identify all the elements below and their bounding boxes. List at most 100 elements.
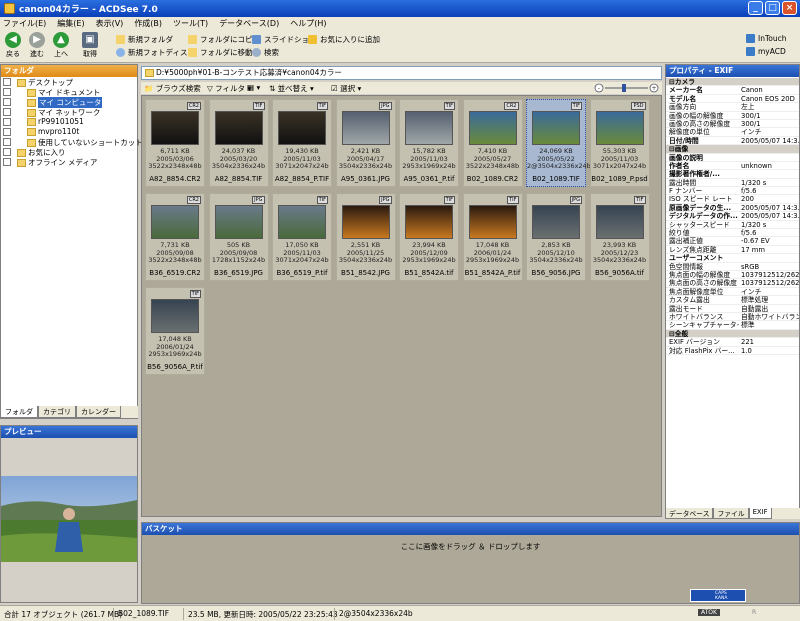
- thumbnail-item[interactable]: TIF 24,069 KB 2005/05/22 2@3504x2336x24b B02…: [526, 99, 591, 187]
- thumbnail-dims: 3522x2348x48b: [465, 162, 520, 170]
- myacd-button[interactable]: myACD: [746, 47, 786, 56]
- maximize-button[interactable]: □: [765, 1, 780, 15]
- acquire-button[interactable]: ▣ 取得: [78, 32, 102, 59]
- ime-r-button[interactable]: R: [752, 609, 756, 616]
- search-button[interactable]: 検索: [252, 47, 279, 58]
- folder-checkbox[interactable]: [3, 148, 11, 156]
- tab-calendar[interactable]: カレンダー: [76, 406, 121, 418]
- folder-tree-item[interactable]: デスクトップ: [1, 77, 137, 87]
- folder-node[interactable]: rP99101051: [27, 117, 84, 126]
- app-icon: [4, 3, 15, 14]
- thumbnail-item[interactable]: TIF 17,048 KB 2006/01/24 2953x1969x24b B51_8…: [462, 193, 523, 281]
- thumbnail-item[interactable]: JPG 505 KB 2005/09/08 1728x1152x24b B36_6519…: [208, 193, 269, 281]
- folder-tree-item[interactable]: mvpro110t: [1, 127, 137, 137]
- thumbnail-dims: 3504x2336x24b: [529, 256, 583, 264]
- add-favorite-button[interactable]: お気に入りに追加: [308, 34, 380, 45]
- thumbnail-item[interactable]: TIF 23,993 KB 2005/12/23 3504x2336x24b B56_9…: [589, 193, 650, 281]
- exif-key: F ナンバー: [669, 187, 703, 196]
- zoom-slider[interactable]: - +: [594, 83, 660, 93]
- folder-checkbox[interactable]: [3, 128, 11, 136]
- forward-button[interactable]: ▶ 進む: [25, 32, 49, 59]
- thumbnail-item[interactable]: TIF 15,782 KB 2005/11/03 2953x1969x24b A95_0…: [399, 99, 459, 187]
- file-type-badge: TIF: [189, 290, 201, 298]
- folder-pane: フォルダ デスクトップ マイ ドキュメント マイ コンピュータ マイ ネットワーク rP…: [0, 64, 143, 419]
- thumbnail-item[interactable]: TIF 17,048 KB 2006/01/24 2953x1969x24b B56_9…: [145, 287, 205, 375]
- folder-tree-item[interactable]: オフライン メディア: [1, 157, 137, 167]
- ime-toolbar[interactable]: CAPS KANA: [690, 589, 746, 602]
- folder-tree-item[interactable]: マイ ドキュメント: [1, 87, 137, 97]
- file-type-badge: TIF: [316, 102, 328, 110]
- move-to-folder-button[interactable]: フォルダに移動: [188, 47, 253, 58]
- menu-help[interactable]: ヘルプ(H): [290, 18, 326, 29]
- folder-tree-item[interactable]: rP99101051: [1, 117, 137, 127]
- menu-database[interactable]: データベース(D): [219, 18, 279, 29]
- copy-to-folder-button[interactable]: フォルダにコピー: [188, 34, 260, 45]
- folder-checkbox[interactable]: [3, 118, 11, 126]
- folder-checkbox[interactable]: [3, 88, 11, 96]
- intouch-button[interactable]: InTouch: [746, 34, 787, 43]
- folder-checkbox[interactable]: [3, 108, 11, 116]
- new-folder-button[interactable]: 新規フォルダ: [116, 34, 173, 45]
- tab-folders[interactable]: フォルダ: [0, 406, 38, 418]
- menu-tools[interactable]: ツール(T): [173, 18, 208, 29]
- menu-edit[interactable]: 編集(E): [57, 18, 84, 29]
- folder-node[interactable]: mvpro110t: [27, 127, 79, 136]
- folder-checkbox[interactable]: [3, 98, 11, 106]
- folder-tree-item[interactable]: お気に入り: [1, 147, 137, 157]
- thumbnail-dims: 3504x2336x24b: [592, 256, 647, 264]
- slideshow-button[interactable]: スライドショー: [252, 34, 317, 45]
- view-mode-button[interactable]: ▦ ▾: [247, 83, 260, 92]
- back-button[interactable]: ◀ 戻る: [1, 32, 25, 59]
- browse-search-button[interactable]: 📁 ブラウズ検索: [144, 83, 201, 94]
- thumbnail-item[interactable]: CR2 6,711 KB 2005/03/06 3522x2348x48b A82_88…: [145, 99, 205, 187]
- thumbnail-item[interactable]: JPG 2,421 KB 2005/04/17 3504x2336x24b A95_03…: [335, 99, 396, 187]
- thumbnail-image: [405, 205, 453, 239]
- folder-checkbox[interactable]: [3, 138, 11, 146]
- tab-file[interactable]: ファイル: [713, 508, 749, 519]
- folder-tree-item[interactable]: マイ ネットワーク: [1, 107, 137, 117]
- folder-tree-item[interactable]: 使用していないショートカット: [1, 137, 143, 147]
- preview-image: [1, 476, 137, 562]
- menu-file[interactable]: ファイル(E): [3, 18, 46, 29]
- folder-checkbox[interactable]: [3, 158, 11, 166]
- new-photo-disc-button[interactable]: 新規フォトディスク: [116, 47, 195, 58]
- file-type-badge: TIF: [443, 196, 455, 204]
- close-button[interactable]: ×: [782, 1, 797, 15]
- folder-checkbox[interactable]: [3, 78, 11, 86]
- tab-database[interactable]: データベース: [665, 508, 714, 519]
- exif-value: 1/320 s: [741, 220, 767, 229]
- thumbnail-item[interactable]: TIF 24,037 KB 2005/03/20 3504x2336x24b A82_8…: [208, 99, 269, 187]
- up-button[interactable]: ▲ 上へ: [49, 32, 73, 59]
- thumbnail-dims: 3071x2047x24b: [592, 162, 647, 170]
- filter-button[interactable]: ▽ フィルタ ▾: [207, 83, 251, 94]
- thumbnail-item[interactable]: TIF 23,994 KB 2005/12/09 2953x1969x24b B51_8…: [399, 193, 459, 281]
- thumbnail-item[interactable]: TIF 17,050 KB 2005/11/03 3071x2047x24b B36_6…: [272, 193, 332, 281]
- tab-exif[interactable]: EXIF: [748, 508, 772, 519]
- thumbnail-item[interactable]: JPG 2,853 KB 2005/12/10 3504x2336x24b B56_90…: [526, 193, 586, 281]
- thumbnail-meta: 23,994 KB 2005/12/09 2953x1969x24b: [400, 241, 458, 265]
- window-title: canon04カラー - ACDSee 7.0: [19, 5, 158, 15]
- exif-row: ユーザーコメント: [666, 254, 799, 263]
- thumbnail-meta: 505 KB 2005/09/08 1728x1152x24b: [210, 241, 268, 265]
- thumbnail-item[interactable]: JPG 2,551 KB 2005/11/25 3504x2336x24b B51_85…: [335, 193, 396, 281]
- menu-view[interactable]: 表示(V): [96, 18, 124, 29]
- folder-tree-item[interactable]: マイ コンピュータ: [1, 97, 137, 108]
- folder-icon: [27, 88, 36, 97]
- ime-atok[interactable]: ATOK: [698, 609, 720, 616]
- select-button[interactable]: ☑ 選択 ▾: [331, 83, 361, 94]
- thumbnail-item[interactable]: CR2 7,731 KB 2005/09/08 3522x2348x48b B36_65…: [145, 193, 205, 281]
- folder-node[interactable]: オフライン メディア: [17, 157, 97, 168]
- thumbnail-item[interactable]: PSD 55,303 KB 2005/11/03 3071x2047x24b B02_1…: [589, 99, 650, 187]
- tab-categories[interactable]: カテゴリ: [38, 406, 76, 418]
- exif-row: F ナンバー f/5.6: [666, 187, 799, 196]
- menu-create[interactable]: 作成(B): [134, 18, 162, 29]
- exif-key: EXIF バージョン: [669, 338, 720, 347]
- sort-button[interactable]: ⇅ 並べ替え ▾: [269, 83, 314, 94]
- exif-key: 作者名: [669, 161, 690, 170]
- address-bar[interactable]: D:¥5000ph¥01-B-コンテスト応募済¥canon04カラー: [141, 66, 662, 80]
- thumbnail-filename: B56_9056.JPG: [531, 269, 581, 277]
- minimize-button[interactable]: _: [748, 1, 763, 15]
- thumbnail-item[interactable]: CR2 7,410 KB 2005/05/27 3522x2348x48b B02_10…: [462, 99, 523, 187]
- exif-value: Canon: [741, 86, 763, 95]
- thumbnail-item[interactable]: TIF 19,430 KB 2005/11/03 3071x2047x24b A82_8…: [272, 99, 332, 187]
